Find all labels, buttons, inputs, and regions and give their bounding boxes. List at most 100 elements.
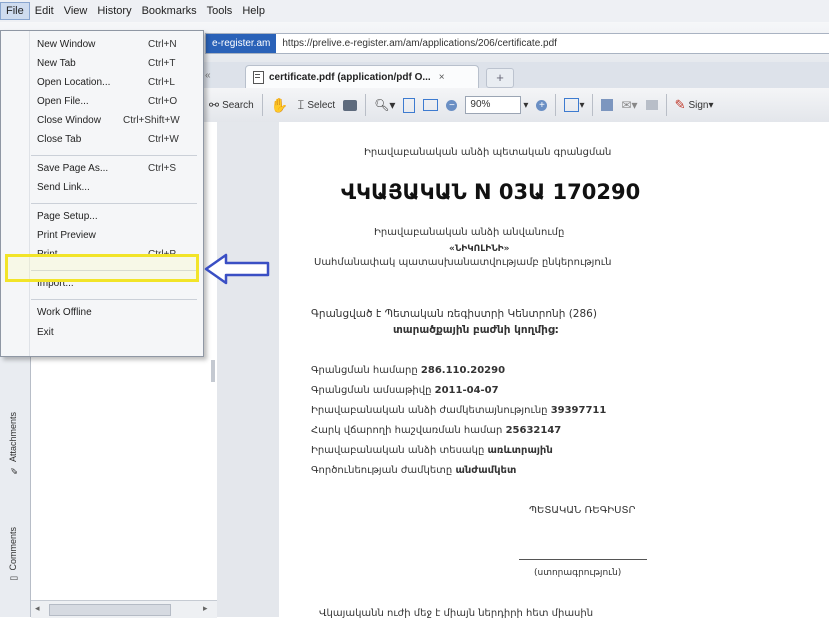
paperclip-icon: ✎ [8, 462, 18, 475]
menu-item-new-tab[interactable]: New Tab [37, 58, 76, 69]
legal-type-value: առևտրային [487, 445, 553, 456]
select-label: Select [307, 99, 336, 111]
zoom-dropdown-button[interactable]: 🔍︎▾ [370, 94, 399, 116]
menu-gutter-line [29, 31, 30, 356]
tax-id-value: 25632147 [505, 425, 562, 436]
email-button[interactable]: ✉▾ [617, 94, 641, 116]
scroll-left-icon[interactable]: ◂ [35, 603, 40, 614]
menu-item-open-file[interactable]: Open File... [37, 96, 89, 107]
email-icon: ✉▾ [621, 98, 638, 112]
doc-reg-date-row: Գրանցման ամսաթիվը 2011-04-07 [311, 385, 499, 396]
doc-company-name: «ՆԻԿՈԼԻՆԻ» [449, 244, 510, 254]
menu-item-new-window[interactable]: New Window [37, 39, 95, 50]
shortcut-new-tab: Ctrl+T [148, 58, 176, 69]
tab-close-icon[interactable]: × [439, 72, 445, 83]
hand-tool-button[interactable]: ✋ [267, 94, 292, 116]
site-identity-badge[interactable]: e-register.am [206, 34, 277, 53]
horizontal-scrollbar[interactable]: ◂ ▸ [31, 600, 217, 618]
zoom-level-field[interactable]: 90% ▾ [461, 94, 532, 116]
text-cursor-icon: 𝙸 [296, 97, 306, 112]
save-icon [601, 99, 614, 111]
duration-value: անժամկետ [455, 465, 517, 476]
shortcut-close-tab: Ctrl+W [148, 134, 179, 145]
fit-page-button[interactable] [399, 94, 419, 116]
menu-view[interactable]: View [59, 2, 93, 20]
pen-icon: ✎ [674, 97, 686, 112]
attachments-label: Attachments [8, 412, 18, 463]
doc-company-type: Սահմանափակ պատասխանատվությամբ ընկերությո… [314, 257, 612, 268]
doc-header-line: Իրավաբանական անձի պետական գրանցման [364, 147, 612, 158]
menu-edit[interactable]: Edit [30, 2, 59, 20]
snapshot-button[interactable] [339, 94, 361, 116]
doc-name-label: Իրավաբանական անձի անվանումը [374, 227, 565, 238]
menu-file[interactable]: File [0, 2, 30, 20]
doc-signature-caption: (ստորագրություն) [534, 568, 622, 578]
search-button[interactable]: ⚯ Search [205, 94, 258, 116]
menu-item-page-setup[interactable]: Page Setup... [37, 211, 98, 222]
comments-label: Comments [8, 527, 18, 571]
hand-icon: ✋ [270, 96, 289, 113]
doc-footer-line: Վկայականն ուժի մեջ է միայն ներդիրի հետ մ… [319, 608, 594, 619]
reg-date-label: Գրանցման ամսաթիվը [311, 385, 432, 396]
menu-item-open-location[interactable]: Open Location... [37, 77, 110, 88]
menu-item-work-offline[interactable]: Work Offline [37, 307, 92, 318]
doc-legal-term-row: Իրավաբանական անձի ժամկետայնությունը 3939… [311, 405, 606, 416]
sign-button[interactable]: ✎ Sign ▾ [671, 94, 718, 116]
print-highlight-box [5, 254, 199, 282]
menu-history[interactable]: History [92, 2, 136, 20]
sign-label: Sign [688, 99, 709, 111]
zoom-in-icon: + [536, 99, 548, 111]
select-tool-button[interactable]: 𝙸 Select [292, 94, 339, 116]
tab-scroll-left-icon[interactable]: « [205, 70, 235, 84]
doc-title: ՎԿԱՅԱԿԱՆ N 03Ա 170290 [341, 180, 641, 204]
binoculars-icon: ⚯ [209, 98, 220, 112]
toolbar-separator [555, 94, 557, 116]
menu-item-send-link[interactable]: Send Link... [37, 182, 90, 193]
url-text[interactable]: https://prelive.e-register.am/am/applica… [276, 38, 557, 49]
scroll-right-icon[interactable]: ▸ [203, 603, 208, 614]
legal-type-label: Իրավաբանական անձի տեսակը [311, 445, 485, 456]
menu-item-close-tab[interactable]: Close Tab [37, 134, 81, 145]
legal-term-label: Իրավաբանական անձի ժամկետայնությունը [311, 405, 548, 416]
printer-icon [645, 100, 658, 110]
zoom-value[interactable]: 90% [465, 96, 522, 114]
zoom-out-button[interactable]: − [442, 94, 461, 116]
page-display-button[interactable]: ▾ [560, 94, 588, 116]
pane-splitter-handle[interactable] [211, 360, 215, 382]
scrollbar-thumb[interactable] [49, 604, 171, 616]
menu-item-save-page-as[interactable]: Save Page As... [37, 163, 108, 174]
shortcut-new-window: Ctrl+N [148, 39, 177, 50]
menu-item-exit[interactable]: Exit [37, 327, 54, 338]
fit-width-button[interactable] [419, 94, 442, 116]
magnifier-icon: 🔍︎▾ [374, 98, 396, 112]
reg-date-value: 2011-04-07 [434, 385, 499, 396]
url-bar[interactable]: e-register.am https://prelive.e-register… [205, 33, 829, 54]
toolbar-separator [261, 94, 263, 116]
camera-icon [343, 99, 358, 111]
zoom-in-button[interactable]: + [532, 94, 551, 116]
comments-tab[interactable]: ▭ Comments [8, 527, 18, 583]
shortcut-save-page-as: Ctrl+S [148, 163, 177, 174]
save-copy-button[interactable] [597, 94, 617, 116]
print-button[interactable] [642, 94, 662, 116]
fit-page-icon [403, 97, 416, 113]
menu-item-close-window[interactable]: Close Window [37, 115, 101, 126]
doc-legal-type-row: Իրավաբանական անձի տեսակը առևտրային [311, 445, 553, 456]
toolbar-separator [665, 94, 667, 116]
fit-width-icon [423, 99, 439, 111]
attachments-tab[interactable]: ✎ Attachments [8, 412, 18, 475]
shortcut-open-file: Ctrl+O [148, 96, 178, 107]
doc-tax-id-row: Հարկ վճարողի հաշվառման համար 25632147 [311, 425, 561, 436]
legal-term-value: 39397711 [550, 405, 607, 416]
document-gutter [217, 122, 279, 617]
comment-icon: ▭ [8, 570, 18, 584]
menu-tools[interactable]: Tools [202, 2, 238, 20]
menu-item-print-preview[interactable]: Print Preview [37, 230, 96, 241]
zoom-out-icon: − [446, 99, 458, 111]
chevron-down-icon[interactable]: ▾ [523, 100, 528, 111]
new-tab-button[interactable]: + [486, 68, 514, 88]
menu-help[interactable]: Help [237, 2, 270, 20]
menu-bookmarks[interactable]: Bookmarks [137, 2, 202, 20]
shortcut-close-window: Ctrl+Shift+W [123, 115, 180, 126]
tab-certificate[interactable]: certificate.pdf (application/pdf O... × [245, 65, 479, 89]
